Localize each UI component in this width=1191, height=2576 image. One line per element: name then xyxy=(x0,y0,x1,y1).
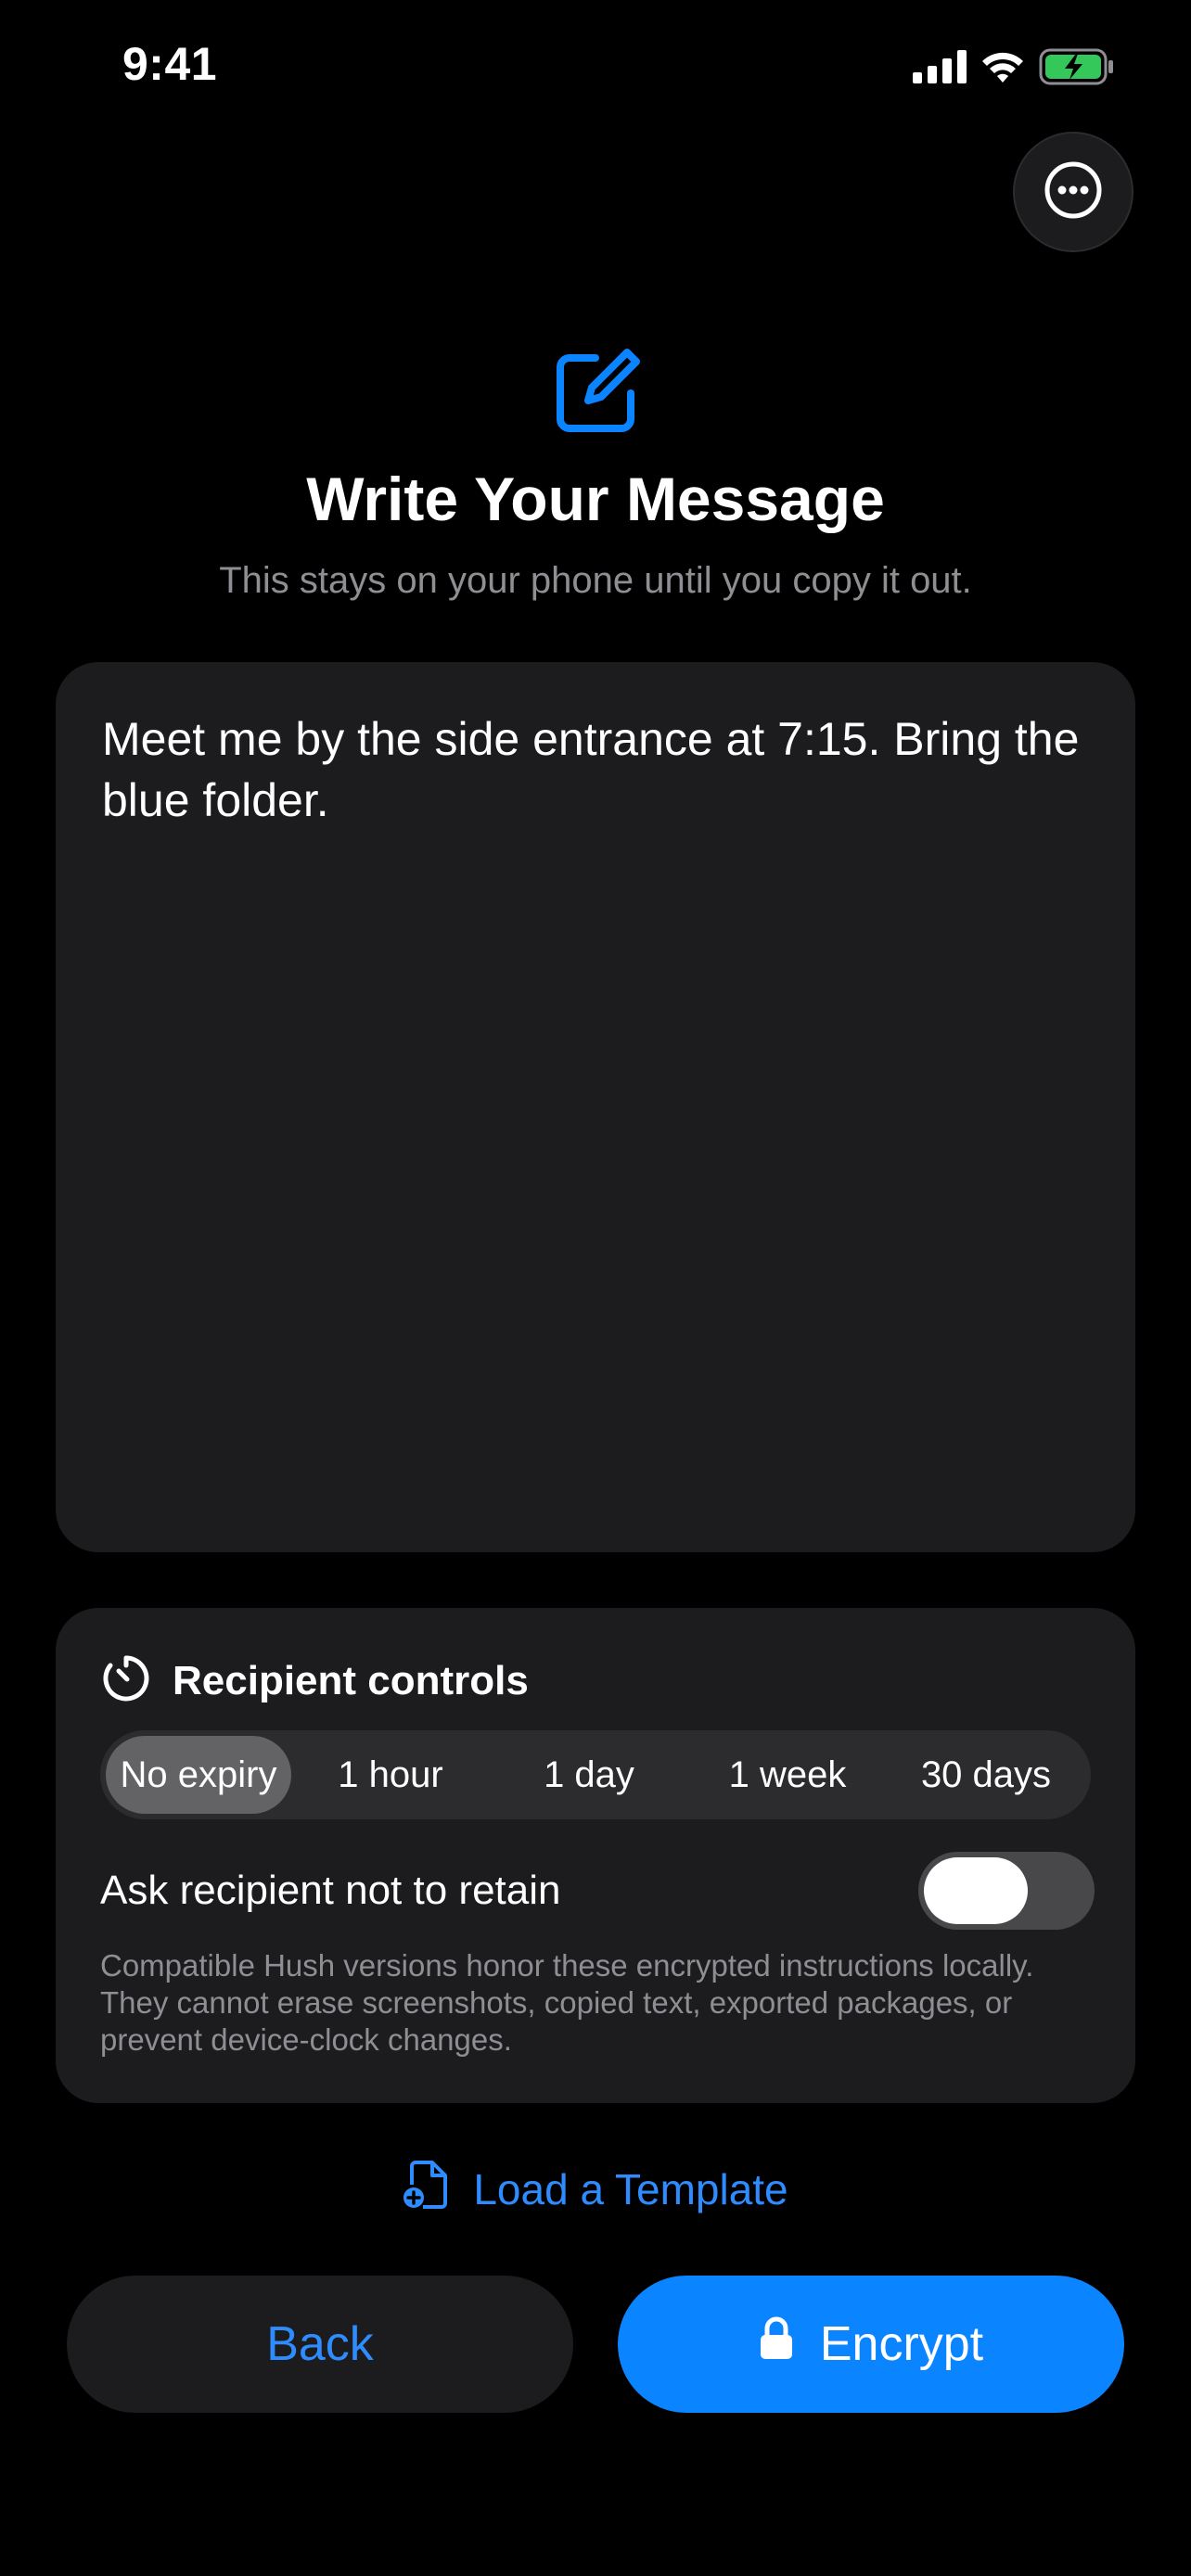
more-options-button[interactable] xyxy=(1013,132,1133,252)
timer-icon xyxy=(102,1654,150,1707)
ellipsis-circle-icon xyxy=(1044,160,1103,224)
status-icons xyxy=(913,48,1115,85)
load-template-label: Load a Template xyxy=(473,2164,788,2213)
message-input[interactable]: Meet me by the side entrance at 7:15. Br… xyxy=(56,662,1135,1552)
expiry-option-1-day[interactable]: 1 day xyxy=(490,1736,688,1814)
recipient-controls-disclaimer: Compatible Hush versions honor these enc… xyxy=(100,1948,1034,2057)
compose-screen: 9:41 Write Your Message This stays on yo… xyxy=(0,0,1191,2576)
message-text[interactable]: Meet me by the side entrance at 7:15. Br… xyxy=(102,708,1089,831)
back-button[interactable]: Back xyxy=(67,2276,573,2413)
page-title: Write Your Message xyxy=(306,465,885,533)
expiry-option-1-hour[interactable]: 1 hour xyxy=(291,1736,490,1814)
encrypt-button[interactable]: Encrypt xyxy=(618,2276,1124,2413)
encrypt-button-label: Encrypt xyxy=(819,2317,984,2371)
retain-row: Ask recipient not to retain xyxy=(100,1840,1095,1942)
status-time: 9:41 xyxy=(122,38,218,90)
expiry-segmented-control: No expiry 1 hour 1 day 1 week 30 days xyxy=(100,1730,1091,1819)
expiry-option-1-week[interactable]: 1 week xyxy=(688,1736,887,1814)
compose-icon xyxy=(551,345,644,442)
recipient-controls-header: Recipient controls xyxy=(102,1654,529,1707)
lock-icon xyxy=(759,2316,794,2373)
page-subtitle: This stays on your phone until you copy … xyxy=(219,560,972,601)
cellular-signal-icon xyxy=(913,50,967,83)
load-template-link[interactable]: Load a Template xyxy=(0,2157,1191,2221)
expiry-option-no-expiry[interactable]: No expiry xyxy=(106,1736,291,1814)
recipient-controls-card: Recipient controls No expiry 1 hour 1 da… xyxy=(56,1608,1135,2103)
toggle-knob xyxy=(924,1857,1028,1924)
recipient-controls-title: Recipient controls xyxy=(173,1657,529,1703)
document-add-icon xyxy=(403,2157,451,2221)
wifi-icon xyxy=(980,49,1026,84)
retain-label: Ask recipient not to retain xyxy=(100,1868,561,1913)
back-button-label: Back xyxy=(266,2317,374,2371)
battery-charging-icon xyxy=(1039,48,1115,85)
retain-toggle[interactable] xyxy=(918,1852,1095,1930)
expiry-option-30-days[interactable]: 30 days xyxy=(887,1736,1085,1814)
